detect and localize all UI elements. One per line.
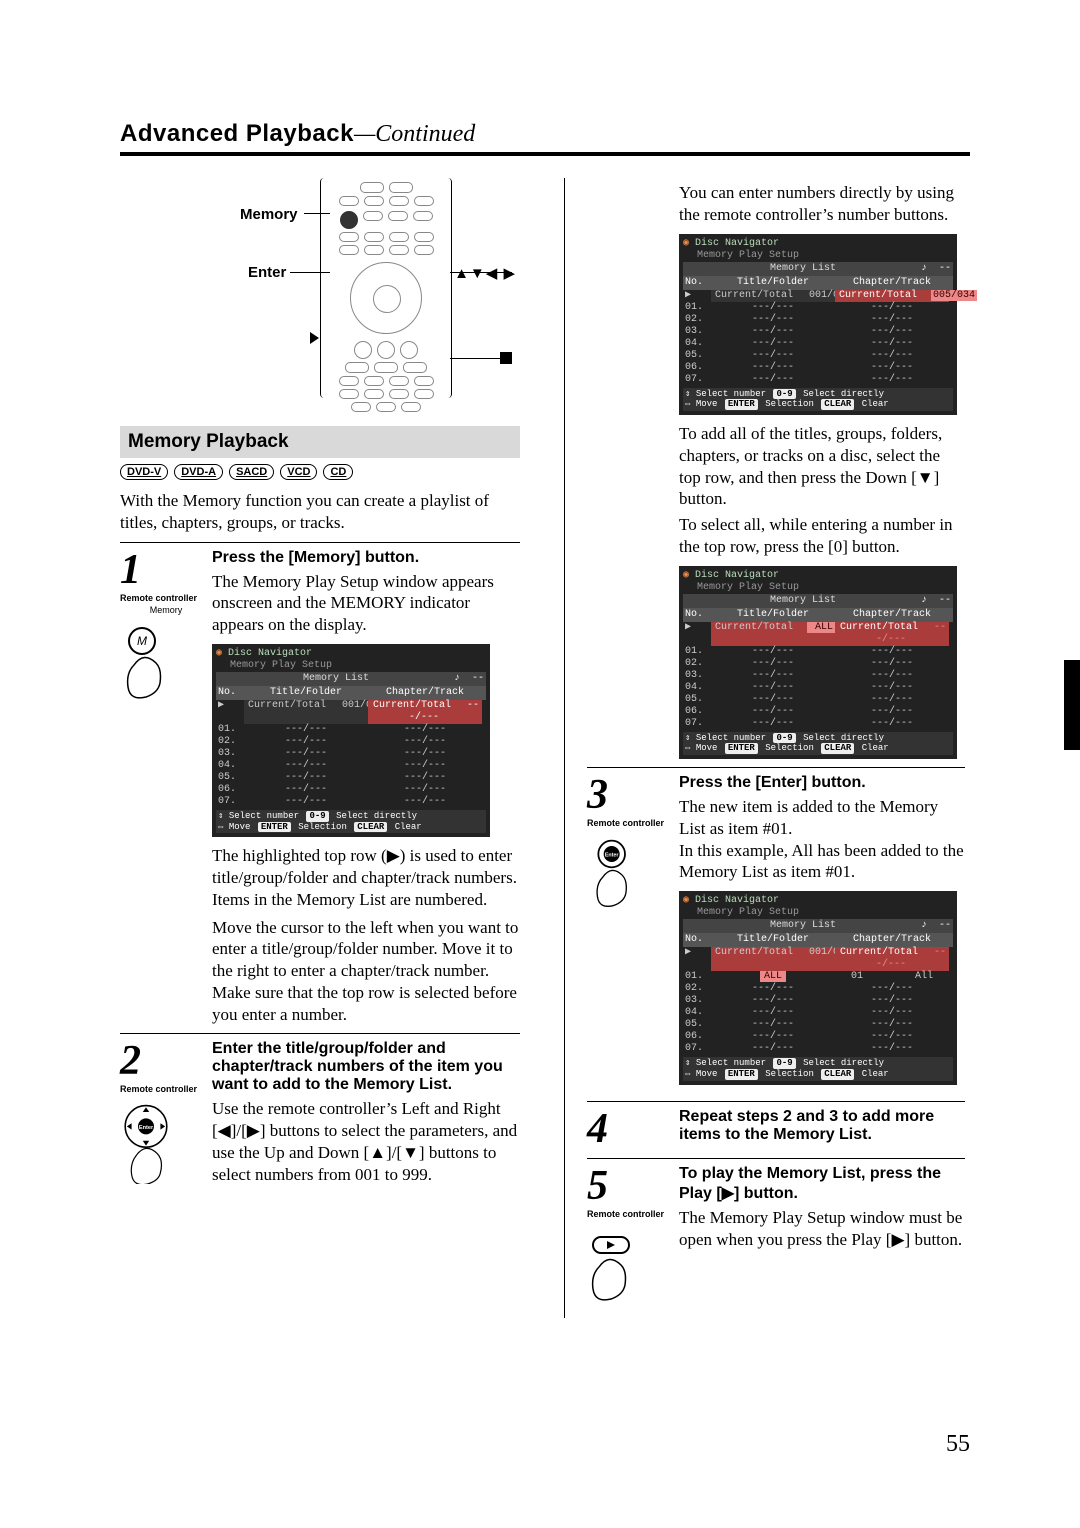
step-4: 4 Repeat steps 2 and 3 to add more items… xyxy=(587,1108,965,1150)
screenshot-3: ◉ Disc Navigator Memory Play Setup Memor… xyxy=(679,891,957,1085)
remote-controller-label: Remote controller xyxy=(587,1209,679,1219)
press-enter-icon: Enter xyxy=(587,838,679,923)
step-3-body-a: The new item is added to the Memory List… xyxy=(679,796,965,840)
memory-btn-label: Memory xyxy=(120,605,212,615)
badge-dvd-a: DVD-A xyxy=(174,464,223,480)
badge-vcd: VCD xyxy=(280,464,317,480)
press-memory-icon: M xyxy=(120,625,212,710)
right-intro-c: To select all, while entering a number i… xyxy=(679,514,965,558)
step-1: 1 Remote controller Memory M Press the [… xyxy=(120,549,520,1026)
svg-text:Enter: Enter xyxy=(605,853,619,859)
step-5: 5 Remote controller To play the Memory L… xyxy=(587,1165,965,1314)
badge-sacd: SACD xyxy=(229,464,274,480)
svg-text:Enter: Enter xyxy=(139,1125,154,1131)
screenshot-1: ◉ Disc Navigator Memory Play Setup Memor… xyxy=(212,644,490,838)
dpad-arrows: ▲▼◀ ▶ xyxy=(454,264,516,282)
screenshot-2: ◉ Disc Navigator Memory Play Setup Memor… xyxy=(679,234,957,416)
right-intro-a: You can enter numbers directly by using … xyxy=(679,182,965,226)
press-play-icon xyxy=(587,1229,679,1314)
page-number: 55 xyxy=(946,1431,970,1458)
step-3-body-b: In this example, All has been added to t… xyxy=(679,840,965,884)
disc-badges: DVD-V DVD-A SACD VCD CD xyxy=(120,464,520,480)
header-title: Advanced Playback xyxy=(120,120,354,147)
screenshot-2b: ◉ Disc Navigator Memory Play Setup Memor… xyxy=(679,566,957,760)
remote-controller-label: Remote controller xyxy=(120,1084,212,1094)
step-1-body-c: Move the cursor to the left when you wan… xyxy=(212,917,520,1026)
step-4-number: 4 xyxy=(587,1108,679,1150)
step-2-heading: Enter the title/group/folder and chapter… xyxy=(212,1040,520,1094)
step-1-body-a: The Memory Play Setup window appears ons… xyxy=(212,571,520,636)
intro-text: With the Memory function you can create … xyxy=(120,490,520,534)
step-3-heading: Press the [Enter] button. xyxy=(679,774,965,792)
side-tab xyxy=(1064,660,1080,750)
step-2-number: 2 xyxy=(120,1040,212,1082)
section-title: Memory Playback xyxy=(120,426,520,458)
step-5-body: The Memory Play Setup window must be ope… xyxy=(679,1207,965,1251)
badge-cd: CD xyxy=(323,464,353,480)
press-enter-dpad-icon: Enter xyxy=(120,1104,212,1189)
remote-controller-label: Remote controller xyxy=(120,593,212,603)
header-continued: —Continued xyxy=(354,121,475,147)
step-1-number: 1 xyxy=(120,549,212,591)
svg-text:M: M xyxy=(137,634,147,648)
step-1-body-b: The highlighted top row (▶) is used to e… xyxy=(212,845,520,910)
step-2: 2 Remote controller Enter xyxy=(120,1040,520,1189)
step-2-body: Use the remote controller’s Left and Rig… xyxy=(212,1098,520,1185)
play-icon xyxy=(310,330,319,348)
remote-diagram: Memory Enter ▲▼◀ ▶ xyxy=(120,178,520,408)
step-3: 3 Remote controller Enter Press the [Ent… xyxy=(587,774,965,1093)
step-3-number: 3 xyxy=(587,774,679,816)
remote-controller-label: Remote controller xyxy=(587,818,679,828)
step-5-heading: To play the Memory List, press the Play … xyxy=(679,1165,965,1203)
stop-icon xyxy=(500,352,512,364)
step-5-number: 5 xyxy=(587,1165,679,1207)
right-intro-b: To add all of the titles, groups, folder… xyxy=(679,423,965,510)
remote-body xyxy=(320,178,452,398)
label-enter: Enter xyxy=(248,264,286,281)
step-1-heading: Press the [Memory] button. xyxy=(212,549,520,567)
label-memory: Memory xyxy=(240,206,298,223)
page-header: Advanced Playback—Continued xyxy=(120,120,970,156)
badge-dvd-v: DVD-V xyxy=(120,464,168,480)
step-4-heading: Repeat steps 2 and 3 to add more items t… xyxy=(679,1108,965,1144)
